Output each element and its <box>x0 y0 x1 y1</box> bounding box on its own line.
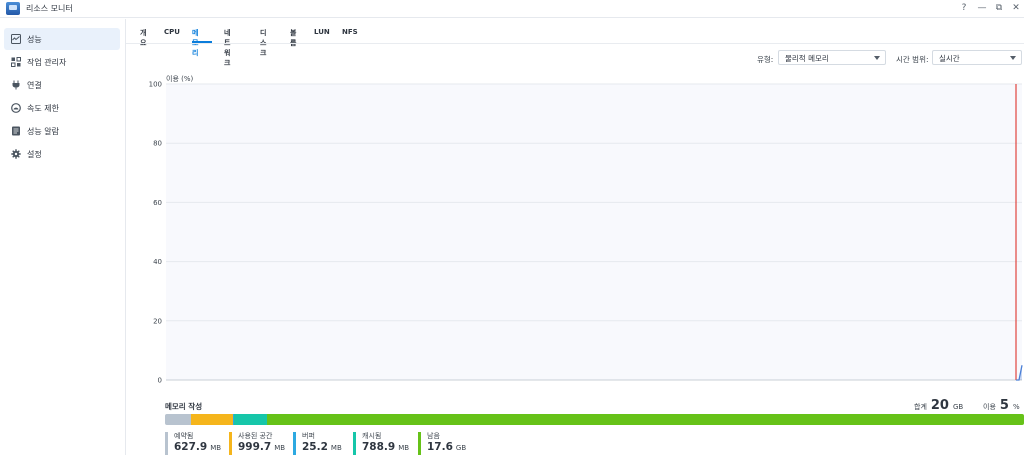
sidebar-item-label: 설정 <box>27 149 42 159</box>
sidebar: 성능 작업 관리자 연결 속도 제한 성능 알람 설정 <box>0 19 126 455</box>
tab-nfs[interactable]: NFS <box>342 28 358 36</box>
legend-unit: MB <box>398 444 410 452</box>
legend-buffer: 버퍼 25.2 MB <box>293 432 342 455</box>
memory-composition-bar <box>165 414 1024 425</box>
legend-free: 남음 17.6 GB <box>418 432 466 455</box>
sidebar-item-settings[interactable]: 설정 <box>4 143 120 165</box>
legend-label: 남음 <box>427 432 440 440</box>
resource-monitor-app-icon <box>6 2 20 15</box>
help-button[interactable]: ? <box>958 3 970 14</box>
speed-limit-icon <box>11 103 21 113</box>
type-select-value: 물리적 메모리 <box>785 54 829 63</box>
legend-cached: 캐시됨 788.9 MB <box>353 432 409 455</box>
legend-used: 사용된 공간 999.7 MB <box>229 432 285 455</box>
chevron-down-icon <box>874 56 880 60</box>
plug-icon <box>11 80 21 90</box>
sidebar-item-speed-limit[interactable]: 속도 제한 <box>4 97 120 119</box>
gear-icon <box>11 149 21 159</box>
legend-reserved: 예약됨 627.9 MB <box>165 432 221 455</box>
legend-value: 25.2 <box>302 441 328 453</box>
sidebar-item-label: 연결 <box>27 80 42 90</box>
window-title: 리소스 모니터 <box>26 4 73 13</box>
close-button[interactable]: ✕ <box>1010 3 1022 14</box>
tab-lun[interactable]: LUN <box>314 28 330 36</box>
legend-value: 17.6 <box>427 441 453 453</box>
time-range-label: 시간 범위: <box>896 55 929 64</box>
task-manager-icon <box>11 57 21 67</box>
tab-overview[interactable]: 개요 <box>140 28 146 48</box>
restore-button[interactable]: ⧉ <box>993 3 1005 14</box>
bar-segment-cached <box>234 414 268 425</box>
usage-unit: % <box>1012 403 1020 411</box>
legend-unit: MB <box>274 444 286 452</box>
memory-usage-chart: 이용 (%) 100 80 60 40 20 0 <box>149 74 1023 385</box>
type-select[interactable]: 물리적 메모리 <box>778 50 886 65</box>
legend-value: 627.9 <box>174 441 208 453</box>
total-value: 20 <box>930 398 949 413</box>
tab-network[interactable]: 네트워크 <box>224 28 230 68</box>
legend-unit: GB <box>455 444 467 452</box>
bar-segment-used <box>191 414 234 425</box>
sidebar-item-performance-alarm[interactable]: 성능 알람 <box>4 120 120 142</box>
chevron-down-icon <box>1010 56 1016 60</box>
usage-label: 이용 <box>983 403 996 411</box>
usage-value: 5 <box>999 398 1009 413</box>
legend-label: 캐시됨 <box>362 432 382 440</box>
y-tick-label: 0 <box>158 377 162 385</box>
total-memory: 합계 20 GB <box>914 398 963 413</box>
memory-composition-title: 메모리 작성 <box>165 402 203 411</box>
sidebar-item-label: 작업 관리자 <box>27 57 67 67</box>
y-tick-label: 80 <box>153 140 162 148</box>
y-tick-label: 20 <box>153 317 162 325</box>
legend-unit: MB <box>210 444 222 452</box>
tab-volume[interactable]: 볼륨 <box>290 28 296 48</box>
alarm-icon <box>11 126 21 136</box>
y-tick-label: 60 <box>153 199 162 207</box>
legend-label: 사용된 공간 <box>238 432 273 440</box>
bar-segment-free <box>267 414 1024 425</box>
total-label: 합계 <box>914 403 927 411</box>
tab-divider <box>126 43 1024 44</box>
bar-segment-reserved <box>165 414 192 425</box>
type-label: 유형: <box>757 55 774 64</box>
sidebar-item-label: 속도 제한 <box>27 103 59 113</box>
tab-cpu[interactable]: CPU <box>164 28 180 36</box>
y-tick-label: 100 <box>149 81 162 89</box>
y-axis-label: 이용 (%) <box>166 74 193 83</box>
memory-usage: 이용 5 % <box>983 398 1020 413</box>
sidebar-item-label: 성능 알람 <box>27 126 59 136</box>
performance-icon <box>11 34 21 44</box>
sidebar-item-task-manager[interactable]: 작업 관리자 <box>4 51 120 73</box>
time-range-select-value: 실시간 <box>939 54 960 63</box>
legend-label: 예약됨 <box>174 432 194 440</box>
y-tick-label: 40 <box>153 258 162 266</box>
minimize-button[interactable]: — <box>976 3 988 14</box>
time-range-select[interactable]: 실시간 <box>932 50 1022 65</box>
sidebar-item-performance[interactable]: 성능 <box>4 28 120 50</box>
legend-value: 999.7 <box>238 441 272 453</box>
total-unit: GB <box>952 403 964 411</box>
legend-unit: MB <box>330 444 342 452</box>
legend-label: 버퍼 <box>302 432 315 440</box>
sidebar-item-label: 성능 <box>27 34 42 44</box>
sidebar-item-connections[interactable]: 연결 <box>4 74 120 96</box>
plot-area <box>166 84 1022 380</box>
legend-value: 788.9 <box>362 441 396 453</box>
title-bar: 리소스 모니터 ? — ⧉ ✕ <box>0 0 1024 18</box>
